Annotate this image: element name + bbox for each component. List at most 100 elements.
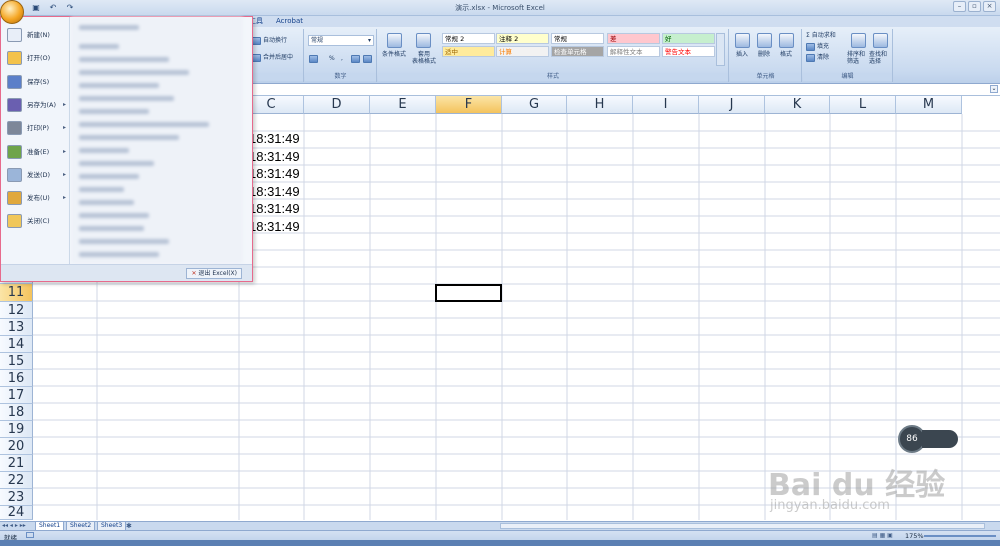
- cell-style-0[interactable]: 常规 2: [442, 33, 495, 44]
- insert-icon: [735, 33, 750, 48]
- row-header-17[interactable]: 17: [0, 387, 33, 404]
- row-header-16[interactable]: 16: [0, 370, 33, 387]
- row-header-11[interactable]: 11: [0, 284, 33, 302]
- floating-speed-widget[interactable]: 86: [898, 425, 960, 453]
- number-group: 常规 ▾ % , 数字: [305, 29, 377, 82]
- column-header-d[interactable]: D: [304, 96, 370, 114]
- sheet-nav-icon[interactable]: ◂◂ ◂ ▸ ▸▸: [2, 522, 26, 529]
- cell-style-6[interactable]: 计算: [496, 46, 549, 57]
- row-header-13[interactable]: 13: [0, 319, 33, 336]
- cell-c-value[interactable]: 18:31:49: [249, 149, 300, 164]
- office-menu-item[interactable]: 准备(E) ▸: [4, 142, 68, 162]
- submenu-arrow-icon: ▸: [62, 170, 66, 178]
- row-header-23[interactable]: 23: [0, 489, 33, 506]
- currency-button[interactable]: [309, 55, 320, 63]
- cells-group-label: 单元格: [730, 73, 801, 81]
- view-buttons-icon[interactable]: ▤ ▦ ▣: [872, 532, 893, 539]
- number-format-select[interactable]: 常规 ▾: [308, 35, 374, 46]
- insert-button[interactable]: 插入: [736, 51, 748, 59]
- excel-window: ▣ ↶ ↷ 演示.xlsx - Microsoft Excel – ▫ × 设工…: [0, 0, 1000, 546]
- format-button[interactable]: 格式: [780, 51, 792, 59]
- row-header-12[interactable]: 12: [0, 302, 33, 319]
- horizontal-scrollbar[interactable]: [500, 523, 985, 529]
- number-group-label: 数字: [305, 73, 376, 81]
- format-as-table-button[interactable]: 套用 表格格式: [408, 51, 440, 65]
- cell-style-3[interactable]: 差: [607, 33, 660, 44]
- exit-excel-button[interactable]: ✕ 退出 Excel(X): [186, 268, 242, 279]
- column-header-l[interactable]: L: [830, 96, 896, 114]
- cell-style-1[interactable]: 注释 2: [496, 33, 549, 44]
- office-menu-item[interactable]: 发送(D) ▸: [4, 165, 68, 185]
- cell-c-value[interactable]: 18:31:49: [249, 201, 300, 216]
- wrap-text-icon: [252, 37, 261, 45]
- cell-style-4[interactable]: 好: [662, 33, 715, 44]
- decrease-decimal-button[interactable]: [363, 55, 374, 63]
- column-header-j[interactable]: J: [699, 96, 765, 114]
- row-header-20[interactable]: 20: [0, 438, 33, 455]
- cell-c-value[interactable]: 18:31:49: [249, 219, 300, 234]
- office-menu-item[interactable]: 发布(U) ▸: [4, 188, 68, 208]
- office-menu-item[interactable]: 另存为(A) ▸: [4, 95, 68, 115]
- menu-item-label: 关闭(C): [27, 217, 50, 226]
- cell-style-2[interactable]: 常规: [551, 33, 604, 44]
- row-header-14[interactable]: 14: [0, 336, 33, 353]
- submenu-arrow-icon: ▸: [62, 100, 66, 108]
- macro-record-icon[interactable]: [26, 532, 34, 538]
- column-header-f[interactable]: F: [436, 96, 502, 114]
- row-header-15[interactable]: 15: [0, 353, 33, 370]
- zoom-slider[interactable]: [924, 535, 996, 537]
- office-menu-item[interactable]: 打印(P) ▸: [4, 118, 68, 138]
- row-header-22[interactable]: 22: [0, 472, 33, 489]
- delete-button[interactable]: 删除: [758, 51, 770, 59]
- expand-formula-icon[interactable]: ⌄: [990, 85, 998, 93]
- cell-c-value[interactable]: 18:31:49: [249, 131, 300, 146]
- autosum-button[interactable]: Σ 自动求和: [806, 32, 836, 40]
- gallery-scroll[interactable]: [716, 33, 725, 66]
- office-menu-item[interactable]: 保存(S): [4, 72, 68, 92]
- row-header-21[interactable]: 21: [0, 455, 33, 472]
- percent-button[interactable]: %: [329, 55, 335, 63]
- merge-center-button[interactable]: 合并后居中: [252, 54, 293, 62]
- cell-style-8[interactable]: 解释性文本: [607, 46, 660, 57]
- column-header-m[interactable]: M: [896, 96, 962, 114]
- comma-button[interactable]: ,: [341, 55, 343, 63]
- minimize-icon[interactable]: –: [953, 1, 966, 12]
- cell-style-7[interactable]: 检查单元格: [551, 46, 604, 57]
- clear-button[interactable]: 清除: [806, 54, 829, 62]
- row-header-24[interactable]: 24: [0, 506, 33, 520]
- cell-style-5[interactable]: 适中: [442, 46, 495, 57]
- menu-item-icon: [7, 97, 22, 112]
- office-menu-item[interactable]: 新建(N): [4, 25, 68, 45]
- delete-icon: [757, 33, 772, 48]
- conditional-format-button[interactable]: 条件格式: [380, 51, 408, 59]
- row-header-18[interactable]: 18: [0, 404, 33, 421]
- sheet-tab-bar: ◂◂ ◂ ▸ ▸▸ Sheet1 Sheet2 Sheet3 ✱: [0, 521, 1000, 531]
- column-header-g[interactable]: G: [502, 96, 567, 114]
- office-menu-item[interactable]: 关闭(C): [4, 211, 68, 231]
- menu-item-icon: [7, 74, 22, 89]
- tab-acrobat[interactable]: Acrobat: [276, 16, 303, 27]
- cell-c-value[interactable]: 18:31:49: [249, 184, 300, 199]
- cell-style-9[interactable]: 警告文本: [662, 46, 715, 57]
- alignment-group: 自动换行 合并后居中: [244, 29, 304, 82]
- fill-button[interactable]: 填充: [806, 43, 829, 51]
- column-header-e[interactable]: E: [370, 96, 436, 114]
- wrap-text-button[interactable]: 自动换行: [252, 37, 287, 45]
- menu-item-icon: [7, 214, 22, 229]
- close-icon[interactable]: ×: [983, 1, 996, 12]
- office-button[interactable]: [0, 0, 24, 24]
- column-header-k[interactable]: K: [765, 96, 830, 114]
- menu-item-icon: [7, 28, 22, 42]
- find-select-button[interactable]: 查找和 选择: [869, 51, 887, 65]
- row-header-19[interactable]: 19: [0, 421, 33, 438]
- increase-decimal-button[interactable]: [351, 55, 362, 63]
- cell-c-value[interactable]: 18:31:49: [249, 166, 300, 181]
- insert-sheet-icon[interactable]: ✱: [126, 522, 132, 530]
- column-header-i[interactable]: I: [633, 96, 699, 114]
- restore-icon[interactable]: ▫: [968, 1, 981, 12]
- column-header-h[interactable]: H: [567, 96, 633, 114]
- sort-filter-button[interactable]: 排序和 筛选: [847, 51, 865, 65]
- office-menu-item[interactable]: 打开(O): [4, 48, 68, 68]
- menu-item-label: 准备(E): [27, 147, 50, 156]
- active-cell-f11[interactable]: [435, 284, 502, 302]
